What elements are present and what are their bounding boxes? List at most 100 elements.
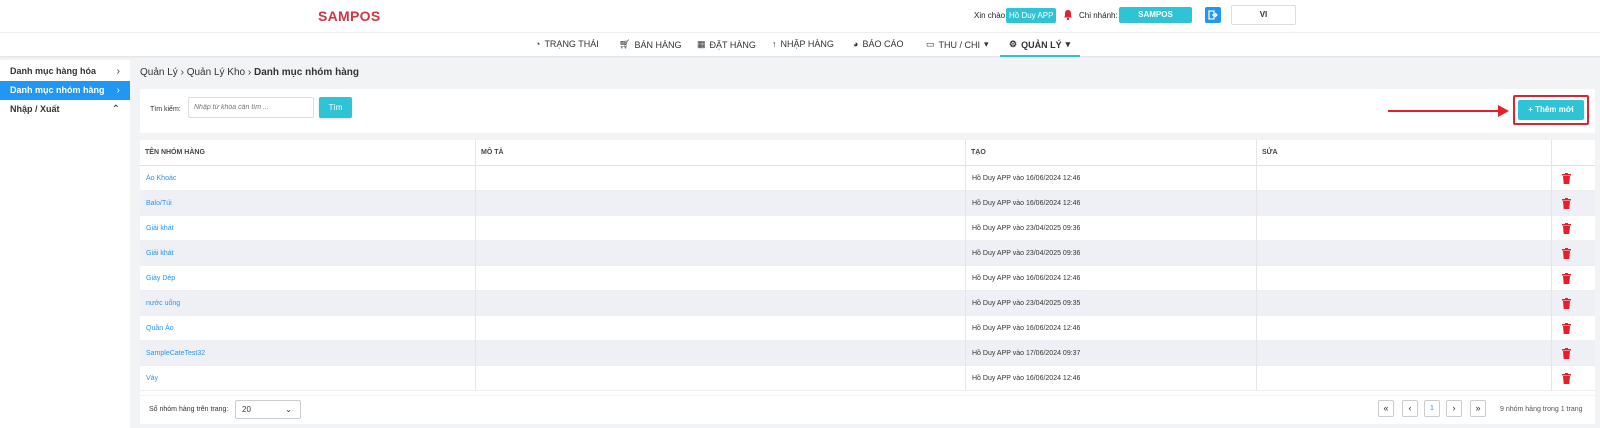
cell-description xyxy=(476,191,966,216)
calendar-icon: ▦ xyxy=(697,39,706,49)
cart-icon: 🛒︎ xyxy=(619,39,631,49)
search-panel: Tìm kiếm: Tìm xyxy=(140,89,1595,133)
caret-down-icon: ▾ xyxy=(1065,39,1071,49)
dashboard-icon: ◔ xyxy=(535,39,541,49)
cell-name[interactable]: Giải khát xyxy=(140,241,476,266)
cell-description xyxy=(476,291,966,316)
chevron-right-icon: › xyxy=(116,85,120,96)
cell-name[interactable]: Giải khát xyxy=(140,216,476,241)
cell-name[interactable]: Giày Dép xyxy=(140,266,476,291)
cell-created: Hồ Duy APP vào 17/06/2024 09:37 xyxy=(966,341,1257,366)
cell-edited xyxy=(1257,341,1552,366)
trash-icon[interactable] xyxy=(1562,298,1571,309)
trash-icon[interactable] xyxy=(1562,373,1571,384)
per-page-select[interactable]: 20 ⌄ xyxy=(235,400,301,419)
breadcrumb-current: Danh mục nhóm hàng xyxy=(253,67,359,78)
annotation-arrow-line xyxy=(1388,110,1500,112)
cell-created: Hồ Duy APP vào 16/06/2024 12:46 xyxy=(966,166,1257,191)
nav-label: NHẬP HÀNG xyxy=(780,39,834,49)
chevron-down-icon: ⌄ xyxy=(285,405,292,414)
cell-description xyxy=(476,316,966,341)
breadcrumb: Quản Lý › Quản Lý Kho › Danh mục nhóm hà… xyxy=(140,67,359,78)
table-row: Giải khát Hồ Duy APP vào 23/04/2025 09:36 xyxy=(140,216,1595,241)
search-input[interactable] xyxy=(188,97,314,118)
breadcrumb-level2[interactable]: Quản Lý Kho xyxy=(187,67,245,78)
cell-edited xyxy=(1257,291,1552,316)
add-new-button[interactable]: + Thêm mới xyxy=(1518,100,1584,120)
cell-name[interactable]: nước uống xyxy=(140,291,476,316)
bell-icon[interactable] xyxy=(1062,9,1074,21)
first-page-button[interactable]: « xyxy=(1378,400,1394,417)
sidebar-item-danh-muc-hang-hoa[interactable]: Danh mục hàng hóa › xyxy=(0,62,130,81)
nav-label: BÁN HÀNG xyxy=(634,39,682,50)
cell-edited xyxy=(1257,166,1552,191)
cell-name[interactable]: Váy xyxy=(140,366,476,391)
cell-name[interactable]: Balo/Túi xyxy=(140,191,476,216)
branch-select-button[interactable]: SAMPOS xyxy=(1119,7,1192,23)
sidebar-item-label: Nhập / Xuất xyxy=(10,104,60,114)
table-row: Váy Hồ Duy APP vào 16/06/2024 12:46 xyxy=(140,366,1595,391)
brand-logo[interactable]: SAMPOS xyxy=(318,8,380,24)
breadcrumb-level1[interactable]: Quản Lý xyxy=(140,67,178,78)
search-button[interactable]: Tìm xyxy=(319,97,352,118)
arrow-up-icon: ↑ xyxy=(772,39,777,49)
prev-page-button[interactable]: ‹ xyxy=(1402,400,1418,417)
category-table: TÊN NHÓM HÀNG MÔ TẢ TẠO SỬA Áo Khoác Hồ D… xyxy=(140,140,1595,395)
logout-icon xyxy=(1208,10,1218,20)
sidebar-item-nhap-xuat[interactable]: Nhập / Xuất ⌃ xyxy=(0,100,130,119)
nav-item-dat-hang[interactable]: ▦ ĐẶT HÀNG xyxy=(697,39,756,50)
column-header-edited[interactable]: SỬA xyxy=(1257,140,1552,166)
trash-icon[interactable] xyxy=(1562,173,1571,184)
cell-created: Hồ Duy APP vào 23/04/2025 09:35 xyxy=(966,291,1257,316)
page-number-button[interactable]: 1 xyxy=(1424,400,1440,417)
nav-item-quan-ly[interactable]: ⚙ QUẢN LÝ ▾ xyxy=(1009,39,1070,50)
cell-edited xyxy=(1257,241,1552,266)
trash-icon[interactable] xyxy=(1562,273,1571,284)
language-select[interactable]: VI xyxy=(1231,5,1296,25)
last-page-button[interactable]: » xyxy=(1470,400,1486,417)
logout-button[interactable] xyxy=(1205,7,1221,23)
nav-item-thu-chi[interactable]: ▭ THU / CHI ▾ xyxy=(926,39,989,50)
per-page-label: Số nhóm hàng trên trang: xyxy=(149,406,229,413)
nav-item-bao-cao[interactable]: ◕ BÁO CÁO xyxy=(853,39,903,49)
table-row: Giải khát Hồ Duy APP vào 23/04/2025 09:36 xyxy=(140,241,1595,266)
nav-label: THU / CHI xyxy=(938,39,981,50)
chevron-right-icon: › xyxy=(116,66,120,77)
annotation-arrow-head xyxy=(1498,105,1509,117)
user-badge[interactable]: Hồ Duy APP xyxy=(1006,8,1057,23)
cell-name[interactable]: SampleCateTest32 xyxy=(140,341,476,366)
cell-edited xyxy=(1257,266,1552,291)
gear-icon: ⚙ xyxy=(1009,39,1018,49)
cell-description xyxy=(476,366,966,391)
next-page-button[interactable]: › xyxy=(1446,400,1462,417)
nav-item-nhap-hang[interactable]: ↑ NHẬP HÀNG xyxy=(772,39,834,49)
cell-created: Hồ Duy APP vào 16/06/2024 12:46 xyxy=(966,366,1257,391)
trash-icon[interactable] xyxy=(1562,223,1571,234)
trash-icon[interactable] xyxy=(1562,248,1571,259)
trash-icon[interactable] xyxy=(1562,323,1571,334)
column-header-created[interactable]: TẠO xyxy=(966,140,1257,166)
nav-label: QUẢN LÝ xyxy=(1021,39,1062,50)
trash-icon[interactable] xyxy=(1562,348,1571,359)
nav-item-trang-thai[interactable]: ◔ TRẠNG THÁI xyxy=(535,39,599,49)
cell-edited xyxy=(1257,191,1552,216)
search-label: Tìm kiếm: xyxy=(150,106,181,113)
sidebar-item-danh-muc-nhom-hang[interactable]: Danh mục nhóm hàng › xyxy=(0,81,130,100)
branch-label: Chi nhánh: xyxy=(1079,11,1118,20)
table-row: Áo Khoác Hồ Duy APP vào 16/06/2024 12:46 xyxy=(140,166,1595,191)
caret-down-icon: ▾ xyxy=(984,39,989,49)
cell-created: Hồ Duy APP vào 16/06/2024 12:46 xyxy=(966,266,1257,291)
cell-created: Hồ Duy APP vào 16/06/2024 12:46 xyxy=(966,191,1257,216)
sidebar-item-label: Danh mục nhóm hàng xyxy=(10,85,105,95)
cell-description xyxy=(476,241,966,266)
column-header-description[interactable]: MÔ TẢ xyxy=(476,140,966,166)
column-header-name[interactable]: TÊN NHÓM HÀNG xyxy=(140,140,476,166)
table-footer: Số nhóm hàng trên trang: 20 ⌄ « ‹ 1 › » … xyxy=(140,396,1595,424)
nav-item-ban-hang[interactable]: 🛒︎ BÁN HÀNG xyxy=(619,39,681,50)
per-page-value: 20 xyxy=(242,405,251,414)
cell-created: Hồ Duy APP vào 23/04/2025 09:36 xyxy=(966,241,1257,266)
cell-name[interactable]: Áo Khoác xyxy=(140,166,476,191)
trash-icon[interactable] xyxy=(1562,198,1571,209)
cell-name[interactable]: Quần Áo xyxy=(140,316,476,341)
money-icon: ▭ xyxy=(926,39,935,49)
